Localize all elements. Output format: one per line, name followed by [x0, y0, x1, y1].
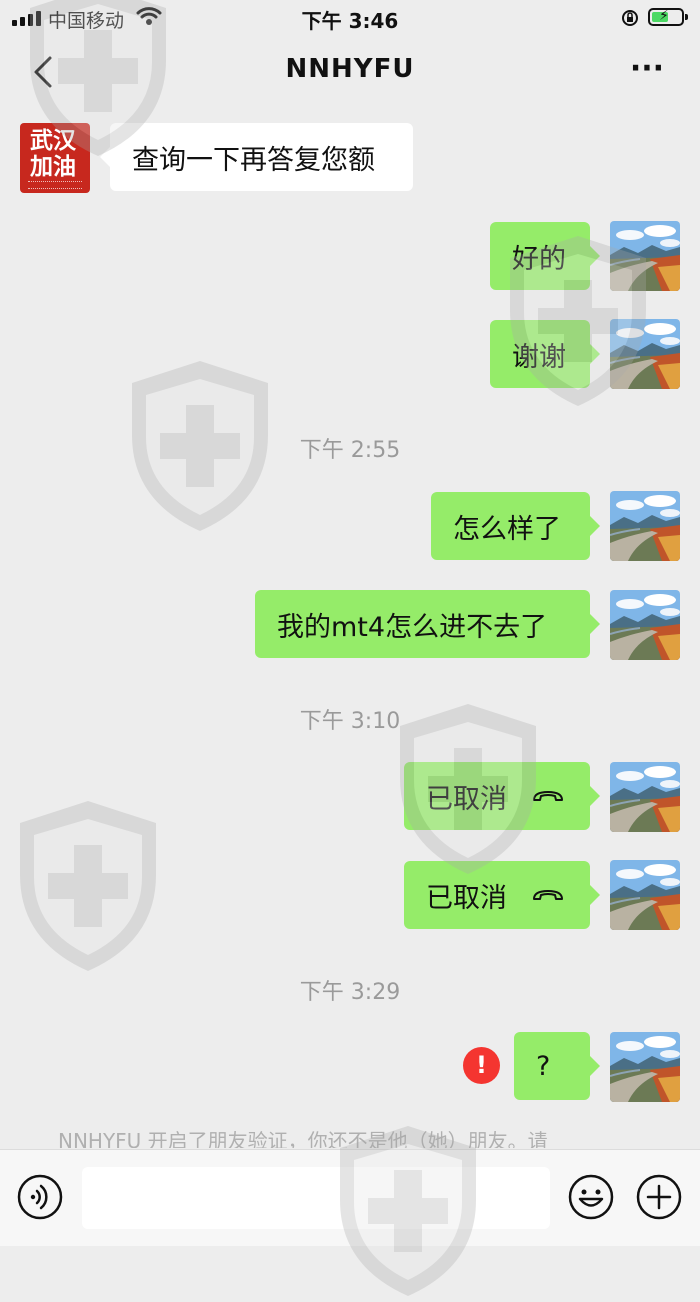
my-avatar[interactable]	[610, 1032, 680, 1102]
hang-up-icon	[533, 791, 563, 801]
my-avatar[interactable]	[610, 860, 680, 930]
call-record-bubble[interactable]: 已取消	[404, 861, 600, 929]
message-timestamp: 下午 2:55	[299, 438, 401, 463]
more-options-button[interactable]: ···	[622, 54, 672, 88]
message-bubble-outgoing[interactable]: ?	[514, 1032, 600, 1100]
chat-title: NNHYFU	[285, 54, 415, 84]
my-avatar[interactable]	[610, 221, 680, 291]
emoji-icon[interactable]	[568, 1174, 614, 1220]
message-bubble-outgoing[interactable]: 我的mt4怎么进不去了	[255, 590, 600, 658]
chat-header: NNHYFU ···	[0, 36, 700, 110]
shield-watermark-icon	[20, 801, 156, 971]
my-avatar[interactable]	[610, 590, 680, 660]
message-bubble-outgoing[interactable]: 好的	[490, 222, 600, 290]
call-record-bubble[interactable]: 已取消	[404, 762, 600, 830]
message-timestamp: 下午 3:10	[299, 709, 401, 734]
message-bubble-outgoing[interactable]: 怎么样了	[431, 492, 600, 560]
message-bubble-outgoing[interactable]: 谢谢	[490, 320, 600, 388]
my-avatar[interactable]	[610, 762, 680, 832]
message-timestamp: 下午 3:29	[299, 980, 401, 1005]
hang-up-icon	[533, 890, 563, 900]
orientation-lock-icon	[622, 10, 638, 26]
my-avatar[interactable]	[610, 319, 680, 389]
contact-avatar[interactable]: 武汉 加油	[20, 123, 90, 193]
message-bubble-incoming[interactable]: 查询一下再答复您额	[100, 123, 413, 191]
send-failed-icon[interactable]: !	[463, 1047, 500, 1084]
my-avatar[interactable]	[610, 491, 680, 561]
plus-circle-icon[interactable]	[636, 1174, 682, 1220]
message-input-bar	[0, 1149, 700, 1246]
message-input[interactable]	[82, 1167, 550, 1229]
status-time: 下午 3:46	[301, 9, 399, 33]
battery-icon: ⚡	[648, 8, 688, 26]
voice-icon[interactable]	[17, 1174, 63, 1220]
status-bar: 中国移动 下午 3:46 ⚡	[0, 0, 700, 36]
system-notice: NNHYFU 开启了朋友验证，你还不是他（她）朋友。请	[58, 1129, 548, 1148]
